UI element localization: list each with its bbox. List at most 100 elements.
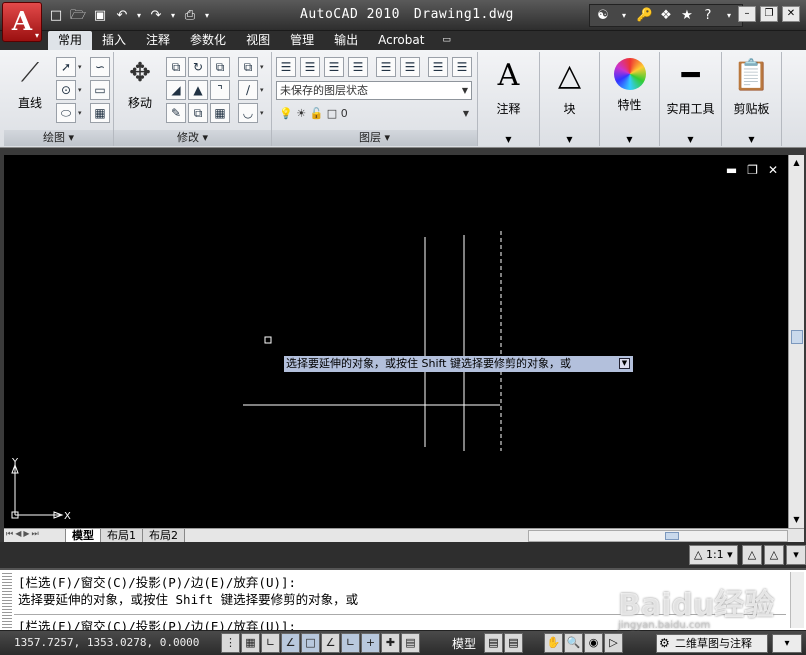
copy-icon[interactable]: ⧉: [166, 57, 186, 77]
allow-dynamic-ucs-icon[interactable]: ∟: [341, 633, 360, 653]
prev-layout-icon[interactable]: ◀: [15, 529, 21, 539]
steering-wheel-icon[interactable]: ◉: [584, 633, 603, 653]
layers-panel-title[interactable]: 图层 ▾: [272, 130, 477, 146]
move-button[interactable]: ✥ 移动: [120, 56, 160, 111]
layer-freeze-icon[interactable]: ☰: [428, 57, 448, 77]
tab-home[interactable]: 常用: [48, 31, 93, 50]
array-icon[interactable]: ⧉: [188, 103, 208, 123]
scale-icon[interactable]: ✎: [166, 103, 186, 123]
offset-icon[interactable]: ◡: [238, 103, 258, 123]
erase-icon[interactable]: ⧉: [238, 57, 258, 77]
spline-icon[interactable]: ∽: [90, 57, 110, 77]
auto-scale-icon[interactable]: △: [764, 545, 784, 565]
open-file-icon[interactable]: 🗁: [68, 6, 88, 26]
explode-icon[interactable]: ∕: [238, 80, 258, 100]
tab-annotate[interactable]: 注释: [136, 31, 180, 50]
last-layout-icon[interactable]: ⏭: [32, 529, 39, 539]
qat-customize-dropdown-icon[interactable]: ▾: [202, 6, 212, 26]
lineweight-icon[interactable]: ✚: [381, 633, 400, 653]
command-window-grip[interactable]: [2, 573, 12, 629]
mirror-icon[interactable]: ▲: [188, 80, 208, 100]
annotation-button[interactable]: A 注释 ▼: [478, 52, 540, 146]
tab-insert[interactable]: 插入: [92, 31, 136, 50]
ribbon-minimize-icon[interactable]: ▭: [434, 31, 459, 50]
workspace-switch[interactable]: ⚙ 二维草图与注释: [656, 634, 768, 653]
tab-layout1[interactable]: 布局1: [100, 529, 143, 543]
utilities-button[interactable]: ━ 实用工具 ▼: [660, 52, 722, 146]
circle-dropdown-icon[interactable]: ▾: [78, 80, 86, 100]
binoculars-icon[interactable]: ☯: [594, 6, 612, 26]
tab-acrobat[interactable]: Acrobat: [368, 31, 434, 50]
rotate-icon[interactable]: ↻: [188, 57, 208, 77]
redo-icon[interactable]: ↷: [146, 6, 166, 26]
application-menu-button[interactable]: A ▾: [2, 2, 42, 42]
new-file-icon[interactable]: □: [46, 6, 66, 26]
layer-unisolate-icon[interactable]: ☰: [400, 57, 420, 77]
drawing-canvas[interactable]: Y X: [4, 155, 788, 528]
tab-output[interactable]: 输出: [324, 31, 368, 50]
object-snap-tracking-icon[interactable]: ∠: [321, 633, 340, 653]
tab-manage[interactable]: 管理: [280, 31, 324, 50]
dynamic-input-icon[interactable]: +: [361, 633, 380, 653]
erase-dropdown-icon[interactable]: ▾: [260, 57, 268, 77]
showmotion-icon[interactable]: ▷: [604, 633, 623, 653]
ellipse-dropdown-icon[interactable]: ▾: [78, 103, 86, 123]
trim-icon[interactable]: ⧉: [210, 57, 230, 77]
grid-display-icon[interactable]: ▦: [241, 633, 260, 653]
rectangle-icon[interactable]: ▭: [90, 80, 110, 100]
minimize-icon[interactable]: –: [738, 6, 756, 22]
quick-view-drawings-icon[interactable]: ▤: [504, 633, 523, 653]
layer-isolate-icon[interactable]: ☰: [376, 57, 396, 77]
zoom-icon[interactable]: 🔍: [564, 633, 583, 653]
offset-dropdown-icon[interactable]: ▾: [260, 103, 268, 123]
tab-layout2[interactable]: 布局2: [142, 529, 185, 543]
vertical-scrollbar[interactable]: ▲ ▼: [788, 155, 804, 528]
help-dropdown-icon[interactable]: ▾: [720, 6, 738, 26]
modify-panel-title[interactable]: 修改 ▾: [114, 130, 271, 146]
save-icon[interactable]: ▣: [90, 6, 110, 26]
layer-state-select[interactable]: 未保存的图层状态 ▼: [276, 81, 472, 100]
scroll-up-icon[interactable]: ▲: [789, 155, 804, 171]
layer-match-icon[interactable]: ☰: [324, 57, 344, 77]
stretch-icon[interactable]: ◢: [166, 80, 186, 100]
annotation-scale-select[interactable]: △ 1:1 ▾: [689, 545, 738, 565]
command-window[interactable]: [栏选(F)/窗交(C)/投影(P)/边(E)/放弃(U)]: 选择要延伸的对象…: [0, 568, 806, 634]
ellipse-icon[interactable]: ⬭: [56, 103, 76, 123]
layer-off-icon[interactable]: ☰: [452, 57, 472, 77]
star-icon[interactable]: ★: [678, 6, 696, 26]
status-menu-icon[interactable]: ▾: [772, 634, 802, 653]
plot-icon[interactable]: ⎙: [180, 6, 200, 26]
horizontal-scrollbar[interactable]: [528, 530, 788, 542]
undo-icon[interactable]: ↶: [112, 6, 132, 26]
satellite-icon[interactable]: ❖: [657, 6, 675, 26]
polar-tracking-icon[interactable]: ∠: [281, 633, 300, 653]
restore-icon[interactable]: ❐: [760, 6, 778, 22]
hatch-icon[interactable]: ▦: [90, 103, 110, 123]
object-snap-icon[interactable]: □: [301, 633, 320, 653]
tab-model[interactable]: 模型: [65, 529, 101, 543]
tab-parametric[interactable]: 参数化: [180, 31, 236, 50]
quick-view-layouts-icon[interactable]: ▤: [484, 633, 503, 653]
annotation-visibility-icon[interactable]: △: [742, 545, 762, 565]
polyline-dropdown-icon[interactable]: ▾: [78, 57, 86, 77]
fillet-icon[interactable]: ⌝: [210, 80, 230, 100]
tooltip-options-icon[interactable]: ▼: [619, 358, 630, 369]
first-layout-icon[interactable]: ⏮: [6, 529, 13, 539]
annotation-menu-icon[interactable]: ▾: [786, 545, 806, 565]
next-layout-icon[interactable]: ▶: [23, 529, 29, 539]
block-button[interactable]: △ 块 ▼: [540, 52, 600, 146]
layer-select[interactable]: 💡 ☀ 🔓 □ 0 ▼: [276, 105, 472, 124]
grid-array-icon[interactable]: ▦: [210, 103, 230, 123]
help-icon[interactable]: ?: [699, 6, 717, 26]
ortho-mode-icon[interactable]: ∟: [261, 633, 280, 653]
draw-panel-title[interactable]: 绘图 ▾: [4, 130, 113, 146]
tab-view[interactable]: 视图: [236, 31, 280, 50]
circle-icon[interactable]: ⊙: [56, 80, 76, 100]
scroll-thumb[interactable]: [791, 330, 803, 344]
layer-properties-icon[interactable]: ☰: [276, 57, 296, 77]
coordinates-readout[interactable]: 1357.7257, 1353.0278, 0.0000: [14, 636, 199, 649]
model-space-label[interactable]: 模型: [452, 635, 476, 652]
command-scrollbar[interactable]: [790, 572, 804, 628]
undo-dropdown-icon[interactable]: ▾: [134, 6, 144, 26]
explode-dropdown-icon[interactable]: ▾: [260, 80, 268, 100]
